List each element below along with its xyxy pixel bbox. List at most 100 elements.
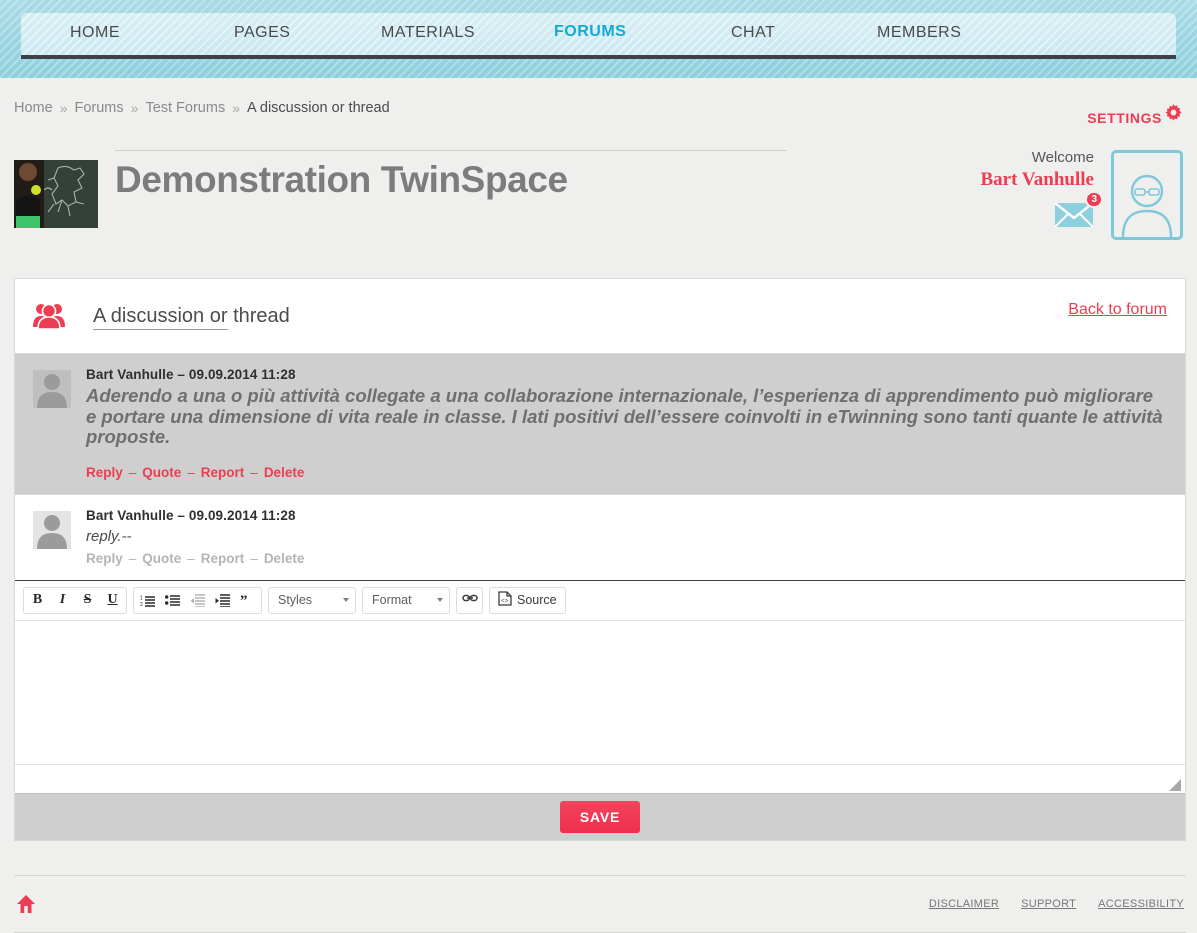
post-avatar-icon (33, 510, 71, 549)
footer-links: DISCLAIMER SUPPORT ACCESSIBILITY (929, 898, 1186, 910)
bold-button[interactable]: B (25, 588, 50, 613)
post-text: reply.-- (86, 527, 132, 545)
post-action-quote[interactable]: Quote (142, 551, 181, 566)
action-separator: – (187, 550, 195, 566)
user-avatar-icon (1121, 174, 1173, 237)
post-list: Bart Vanhulle – 09.09.2014 11:28 Aderendo… (15, 353, 1185, 580)
home-icon[interactable] (16, 894, 36, 914)
decrease-indent-icon[interactable] (185, 588, 210, 613)
post-item: Bart Vanhulle – 09.09.2014 11:28 Aderendo… (15, 353, 1185, 494)
action-separator: – (128, 550, 137, 566)
settings-label: SETTINGS (1087, 110, 1162, 126)
svg-text:1: 1 (140, 595, 143, 601)
editor-statusbar (15, 764, 1185, 793)
messages-button[interactable]: 3 (1054, 191, 1103, 233)
action-separator: – (187, 464, 195, 480)
editor-toolbar: B I S U 1 2 ” Styles Format <> Source (15, 580, 1185, 621)
action-separator: – (128, 464, 137, 480)
nav-item-home[interactable]: HOME (70, 24, 120, 42)
footer-link-accessibility[interactable]: ACCESSIBILITY (1098, 898, 1184, 910)
action-separator: – (250, 550, 258, 566)
thread-title-underlined: A discussion or (93, 304, 228, 330)
action-separator: – (250, 464, 258, 480)
numbered-list-icon[interactable]: 1 2 (135, 588, 160, 613)
breadcrumb-item-0[interactable]: Home (14, 100, 53, 116)
bulleted-list-icon[interactable] (160, 588, 185, 613)
post-action-report[interactable]: Report (201, 551, 245, 566)
post-body: Bart Vanhulle – 09.09.2014 11:28 Aderendo… (86, 366, 1167, 480)
gear-icon (1164, 104, 1183, 123)
post-actions: Reply – Quote – Report – Delete (86, 465, 1167, 480)
messages-badge: 3 (1085, 191, 1103, 208)
link-button[interactable] (456, 586, 483, 614)
mail-icon (1054, 202, 1094, 232)
increase-indent-icon[interactable] (210, 588, 235, 613)
post-action-quote[interactable]: Quote (142, 465, 181, 480)
welcome-label: Welcome (1031, 149, 1094, 166)
breadcrumb-item-2[interactable]: Test Forums (145, 100, 225, 116)
footer-link-disclaimer[interactable]: DISCLAIMER (929, 898, 999, 910)
twinspace-thumbnail (14, 160, 98, 228)
post-action-reply[interactable]: Reply (86, 551, 123, 566)
footer: DISCLAIMER SUPPORT ACCESSIBILITY (14, 875, 1186, 933)
settings-button[interactable]: SETTINGS (1087, 104, 1183, 132)
quote-icon[interactable]: ” (235, 588, 260, 613)
thread-header: A discussion or thread Back to forum (15, 279, 1185, 353)
strikethrough-button[interactable]: S (75, 588, 100, 613)
nav-item-forums[interactable]: FORUMS (554, 23, 626, 41)
underline-button[interactable]: U (100, 588, 125, 613)
save-button[interactable]: SAVE (559, 800, 641, 833)
chevron-down-icon (437, 598, 443, 602)
post-action-reply[interactable]: Reply (86, 465, 123, 480)
source-icon: <> (498, 591, 512, 609)
nav-item-materials[interactable]: MATERIALS (381, 24, 475, 42)
reply-editor: B I S U 1 2 ” Styles Format <> Source (15, 579, 1185, 793)
post-actions: Reply – Quote – Report – Delete (86, 551, 1167, 566)
thread-title: A discussion or thread (93, 304, 290, 330)
resize-handle[interactable] (1169, 778, 1181, 791)
svg-text:”: ” (240, 594, 248, 607)
nav-item-chat[interactable]: CHAT (731, 24, 775, 42)
breadcrumb: Home » Forums » Test Forums » A discussion or … (14, 95, 714, 121)
welcome-block: Welcome Bart Vanhulle 3 (904, 148, 1103, 233)
breadcrumb-item-3: A discussion or thread (247, 100, 390, 116)
source-button[interactable]: <> Source (489, 586, 566, 614)
post-body: Bart Vanhulle – 09.09.2014 11:28 reply.--… (86, 507, 1167, 566)
list-indent-group: 1 2 ” (133, 586, 262, 614)
svg-text:2: 2 (140, 602, 143, 607)
post-item: Bart Vanhulle – 09.09.2014 11:28 reply.--… (15, 493, 1185, 580)
post-action-report[interactable]: Report (201, 465, 245, 480)
text-style-group: B I S U (23, 586, 127, 614)
post-text: Aderendo a una o più attività collegate … (86, 385, 1163, 447)
post-meta: Bart Vanhulle – 09.09.2014 11:28 (86, 507, 296, 523)
breadcrumb-separator: » (59, 100, 68, 116)
post-meta: Bart Vanhulle – 09.09.2014 11:28 (86, 367, 296, 382)
breadcrumb-item-1[interactable]: Forums (74, 100, 123, 116)
svg-text:<>: <> (501, 598, 509, 605)
breadcrumb-separator: » (130, 100, 139, 116)
user-name: Bart Vanhulle (980, 169, 1094, 190)
thread-card: A discussion or thread Back to forum Bar… (14, 278, 1186, 841)
format-dropdown[interactable]: Format (362, 586, 450, 614)
chevron-down-icon (343, 598, 349, 602)
footer-link-support[interactable]: SUPPORT (1021, 898, 1076, 910)
post-avatar-icon (33, 370, 71, 408)
reply-textarea[interactable] (15, 620, 1185, 765)
nav-underline-rule (21, 55, 1176, 59)
site-title-box: Demonstration TwinSpace (115, 150, 787, 205)
main-nav: HOME PAGES MATERIALS FORUMS CHAT MEMBERS (21, 13, 1176, 55)
post-action-delete[interactable]: Delete (264, 465, 305, 480)
nav-item-members[interactable]: MEMBERS (877, 24, 961, 42)
breadcrumb-separator: » (232, 100, 240, 116)
page-title: Demonstration TwinSpace (115, 159, 568, 200)
styles-dropdown[interactable]: Styles (268, 586, 356, 614)
user-avatar[interactable] (1111, 150, 1183, 240)
top-bar: HOME PAGES MATERIALS FORUMS CHAT MEMBERS (0, 0, 1197, 78)
link-icon (461, 591, 478, 609)
nav-item-pages[interactable]: PAGES (234, 24, 290, 42)
source-label: Source (517, 593, 557, 607)
back-to-forum-link[interactable]: Back to forum (1068, 301, 1167, 319)
thread-title-rest: thread (227, 304, 290, 327)
italic-button[interactable]: I (50, 588, 75, 613)
post-action-delete[interactable]: Delete (264, 551, 305, 566)
